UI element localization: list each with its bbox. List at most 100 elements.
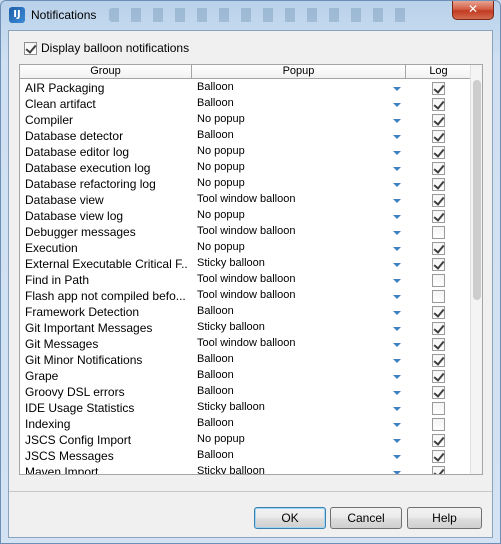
display-balloon-label[interactable]: Display balloon notifications [41, 41, 189, 55]
scrollbar-thumb[interactable] [473, 80, 481, 300]
table-row[interactable]: Database editor log No popup [20, 144, 472, 160]
table-row[interactable]: Execution No popup [20, 240, 472, 256]
popup-select[interactable]: Balloon [197, 369, 387, 381]
close-button[interactable]: ✕ [452, 1, 494, 20]
popup-select[interactable]: No popup [197, 433, 387, 445]
log-checkbox[interactable] [432, 82, 445, 96]
popup-select[interactable]: Balloon [197, 305, 387, 317]
table-row[interactable]: JSCS Messages Balloon [20, 448, 472, 464]
log-checkbox[interactable] [432, 258, 445, 272]
dropdown-arrow-icon[interactable] [393, 375, 401, 379]
log-checkbox[interactable] [432, 338, 445, 352]
display-balloon-row[interactable]: Display balloon notifications [24, 41, 189, 55]
help-button[interactable]: Help [407, 507, 482, 529]
dropdown-arrow-icon[interactable] [393, 231, 401, 235]
dropdown-arrow-icon[interactable] [393, 135, 401, 139]
log-checkbox[interactable] [432, 434, 445, 448]
dropdown-arrow-icon[interactable] [393, 455, 401, 459]
log-checkbox[interactable] [432, 306, 445, 320]
log-checkbox[interactable] [432, 354, 445, 368]
log-checkbox[interactable] [432, 466, 445, 474]
popup-select[interactable]: Tool window balloon [197, 289, 387, 301]
dropdown-arrow-icon[interactable] [393, 471, 401, 474]
table-row[interactable]: Database refactoring log No popup [20, 176, 472, 192]
table-row[interactable]: Git Important Messages Sticky balloon [20, 320, 472, 336]
dropdown-arrow-icon[interactable] [393, 423, 401, 427]
dropdown-arrow-icon[interactable] [393, 359, 401, 363]
popup-select[interactable]: Sticky balloon [197, 401, 387, 413]
popup-select[interactable]: No popup [197, 177, 387, 189]
column-header-log[interactable]: Log [406, 65, 472, 79]
popup-select[interactable]: Tool window balloon [197, 225, 387, 237]
log-checkbox[interactable] [432, 370, 445, 384]
dropdown-arrow-icon[interactable] [393, 439, 401, 443]
popup-select[interactable]: No popup [197, 113, 387, 125]
log-checkbox[interactable] [432, 322, 445, 336]
ok-button[interactable]: OK [254, 507, 326, 529]
dropdown-arrow-icon[interactable] [393, 119, 401, 123]
table-row[interactable]: Flash app not compiled befo... Tool windo… [20, 288, 472, 304]
table-row[interactable]: Git Minor Notifications Balloon [20, 352, 472, 368]
table-row[interactable]: Clean artifact Balloon [20, 96, 472, 112]
table-row[interactable]: Database detector Balloon [20, 128, 472, 144]
log-checkbox[interactable] [432, 242, 445, 256]
table-row[interactable]: Database view log No popup [20, 208, 472, 224]
dropdown-arrow-icon[interactable] [393, 391, 401, 395]
popup-select[interactable]: No popup [197, 161, 387, 173]
table-row[interactable]: Debugger messages Tool window balloon [20, 224, 472, 240]
table-row[interactable]: Indexing Balloon [20, 416, 472, 432]
popup-select[interactable]: Sticky balloon [197, 257, 387, 269]
popup-select[interactable]: Tool window balloon [197, 273, 387, 285]
dropdown-arrow-icon[interactable] [393, 295, 401, 299]
popup-select[interactable]: Balloon [197, 417, 387, 429]
title-bar[interactable]: IJ Notifications ✕ [1, 1, 500, 29]
log-checkbox[interactable] [432, 210, 445, 224]
table-row[interactable]: IDE Usage Statistics Sticky balloon [20, 400, 472, 416]
log-checkbox[interactable] [432, 290, 445, 304]
vertical-scrollbar[interactable] [470, 65, 482, 474]
dropdown-arrow-icon[interactable] [393, 279, 401, 283]
popup-select[interactable]: Balloon [197, 385, 387, 397]
display-balloon-checkbox[interactable] [24, 41, 37, 55]
log-checkbox[interactable] [432, 402, 445, 416]
table-row[interactable]: JSCS Config Import No popup [20, 432, 472, 448]
dropdown-arrow-icon[interactable] [393, 247, 401, 251]
popup-select[interactable]: Balloon [197, 353, 387, 365]
popup-select[interactable]: Tool window balloon [197, 193, 387, 205]
dropdown-arrow-icon[interactable] [393, 311, 401, 315]
dropdown-arrow-icon[interactable] [393, 167, 401, 171]
popup-select[interactable]: Sticky balloon [197, 321, 387, 333]
dropdown-arrow-icon[interactable] [393, 199, 401, 203]
log-checkbox[interactable] [432, 386, 445, 400]
table-row[interactable]: Database execution log No popup [20, 160, 472, 176]
log-checkbox[interactable] [432, 162, 445, 176]
table-row[interactable]: Compiler No popup [20, 112, 472, 128]
popup-select[interactable]: Balloon [197, 97, 387, 109]
table-row[interactable]: Grape Balloon [20, 368, 472, 384]
dropdown-arrow-icon[interactable] [393, 151, 401, 155]
table-row[interactable]: Maven Import Sticky balloon [20, 464, 472, 474]
dropdown-arrow-icon[interactable] [393, 215, 401, 219]
table-row[interactable]: Groovy DSL errors Balloon [20, 384, 472, 400]
table-row[interactable]: Framework Detection Balloon [20, 304, 472, 320]
log-checkbox[interactable] [432, 194, 445, 208]
log-checkbox[interactable] [432, 418, 445, 432]
table-row[interactable]: Find in Path Tool window balloon [20, 272, 472, 288]
log-checkbox[interactable] [432, 226, 445, 240]
popup-select[interactable]: No popup [197, 145, 387, 157]
log-checkbox[interactable] [432, 146, 445, 160]
table-row[interactable]: Git Messages Tool window balloon [20, 336, 472, 352]
popup-select[interactable]: Balloon [197, 81, 387, 93]
log-checkbox[interactable] [432, 274, 445, 288]
log-checkbox[interactable] [432, 98, 445, 112]
log-checkbox[interactable] [432, 178, 445, 192]
dropdown-arrow-icon[interactable] [393, 327, 401, 331]
popup-select[interactable]: Tool window balloon [197, 337, 387, 349]
dropdown-arrow-icon[interactable] [393, 183, 401, 187]
table-row[interactable]: External Executable Critical F... Sticky … [20, 256, 472, 272]
dropdown-arrow-icon[interactable] [393, 343, 401, 347]
dropdown-arrow-icon[interactable] [393, 263, 401, 267]
popup-select[interactable]: No popup [197, 209, 387, 221]
popup-select[interactable]: No popup [197, 241, 387, 253]
column-header-group[interactable]: Group [20, 65, 192, 79]
